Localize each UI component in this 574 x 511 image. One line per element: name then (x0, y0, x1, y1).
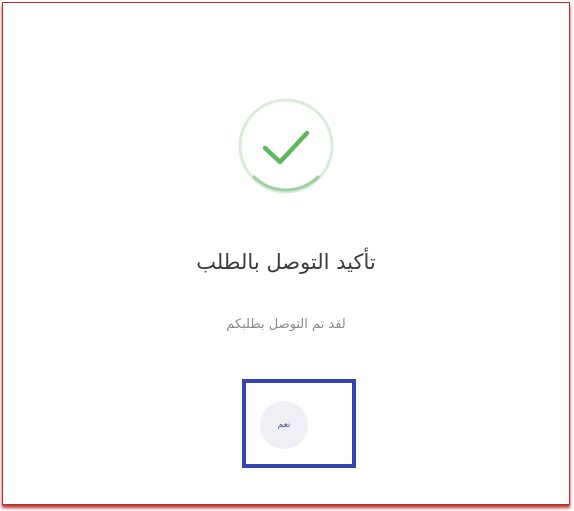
confirmation-dialog: تأكيد التوصل بالطلب لقد تم التوصل بطلبكم… (2, 2, 570, 505)
dialog-title: تأكيد التوصل بالطلب (196, 250, 376, 274)
check-circle-icon (236, 96, 336, 196)
yes-button[interactable]: نعم (260, 401, 308, 449)
dialog-message: لقد تم التوصل بطلبكم (226, 317, 346, 332)
